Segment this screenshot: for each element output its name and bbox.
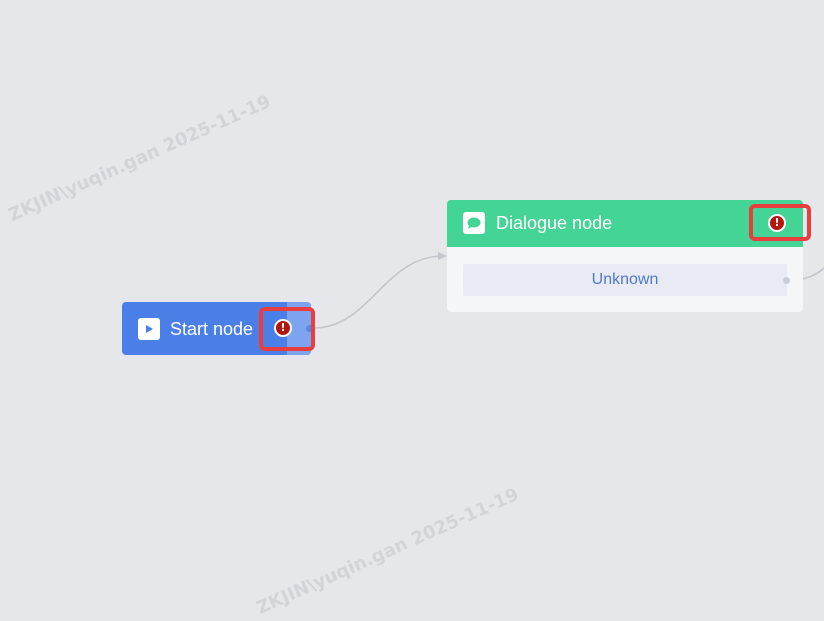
branch-unknown[interactable]: Unknown: [463, 264, 787, 296]
start-to-dialogue-connector: [313, 255, 445, 329]
start-node-title: Start node: [170, 319, 254, 339]
branch-output-port[interactable]: [783, 277, 790, 284]
warning-highlight: [749, 204, 811, 241]
dialogue-node-title: Dialogue node: [496, 213, 613, 233]
connector-arrowhead: [438, 252, 447, 260]
warning-highlight: [259, 307, 315, 351]
play-icon: [138, 318, 160, 340]
chat-bubble-icon: [463, 212, 485, 234]
